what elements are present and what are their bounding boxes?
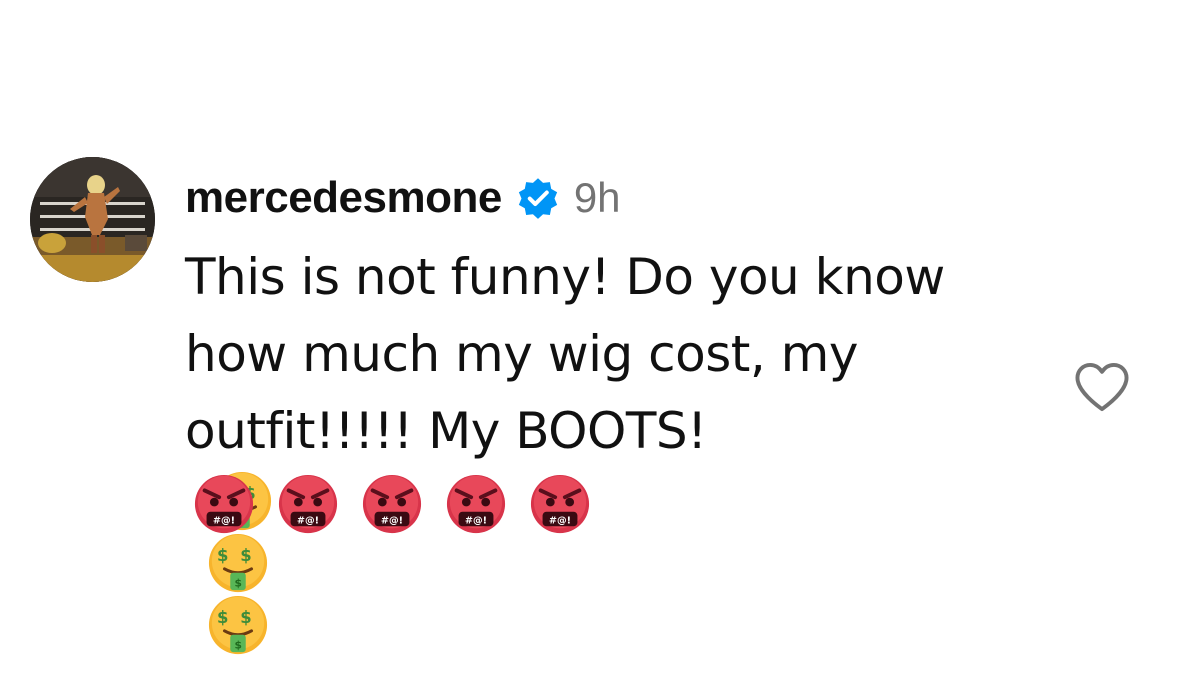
face-with-symbols-on-mouth-icon: #@! bbox=[530, 474, 590, 534]
svg-text:#@!: #@! bbox=[213, 515, 235, 526]
timestamp[interactable]: 9h bbox=[574, 174, 621, 222]
svg-text:#@!: #@! bbox=[381, 515, 403, 526]
comment: mercedesmone 9h This is not funny! Do yo… bbox=[0, 0, 1200, 675]
face-with-symbols-on-mouth-icon: #@! bbox=[194, 474, 254, 534]
comment-text-line-2: how much my wig cost, my bbox=[185, 325, 858, 383]
face-with-symbols-on-mouth-icon: #@! bbox=[362, 474, 422, 534]
svg-text:$: $ bbox=[235, 576, 242, 589]
comment-text-line-1: This is not funny! Do you know bbox=[185, 248, 945, 306]
username-link[interactable]: mercedesmone bbox=[185, 173, 502, 223]
money-mouth-face-icon: $ $ $ bbox=[208, 595, 268, 655]
svg-text:#@!: #@! bbox=[297, 515, 319, 526]
svg-text:$: $ bbox=[240, 546, 251, 565]
svg-text:$: $ bbox=[217, 546, 228, 565]
heart-outline-icon bbox=[1075, 362, 1129, 412]
svg-text:#@!: #@! bbox=[465, 515, 487, 526]
svg-text:#@!: #@! bbox=[549, 515, 571, 526]
avatar-image bbox=[30, 157, 155, 282]
comment-header: mercedesmone 9h bbox=[185, 168, 621, 228]
svg-text:$: $ bbox=[217, 608, 228, 627]
svg-text:$: $ bbox=[240, 608, 251, 627]
verified-badge-icon bbox=[518, 178, 557, 219]
face-with-symbols-on-mouth-icon: #@! bbox=[446, 474, 506, 534]
comment-text-line-3: outfit!!!!! My BOOTS! $ $ $ $ $ $ $ bbox=[185, 393, 1045, 655]
like-button[interactable] bbox=[1070, 358, 1134, 416]
comment-text: This is not funny! Do you know how much … bbox=[185, 239, 1045, 655]
svg-text:$: $ bbox=[235, 638, 242, 651]
angry-emoji-row: #@! #@! #@! #@! #@! bbox=[193, 473, 591, 535]
face-with-symbols-on-mouth-icon: #@! bbox=[278, 474, 338, 534]
avatar[interactable] bbox=[30, 157, 155, 282]
comment-text-line-3-text: outfit!!!!! My BOOTS! bbox=[185, 402, 707, 460]
money-mouth-face-icon: $ $ $ bbox=[208, 533, 268, 593]
